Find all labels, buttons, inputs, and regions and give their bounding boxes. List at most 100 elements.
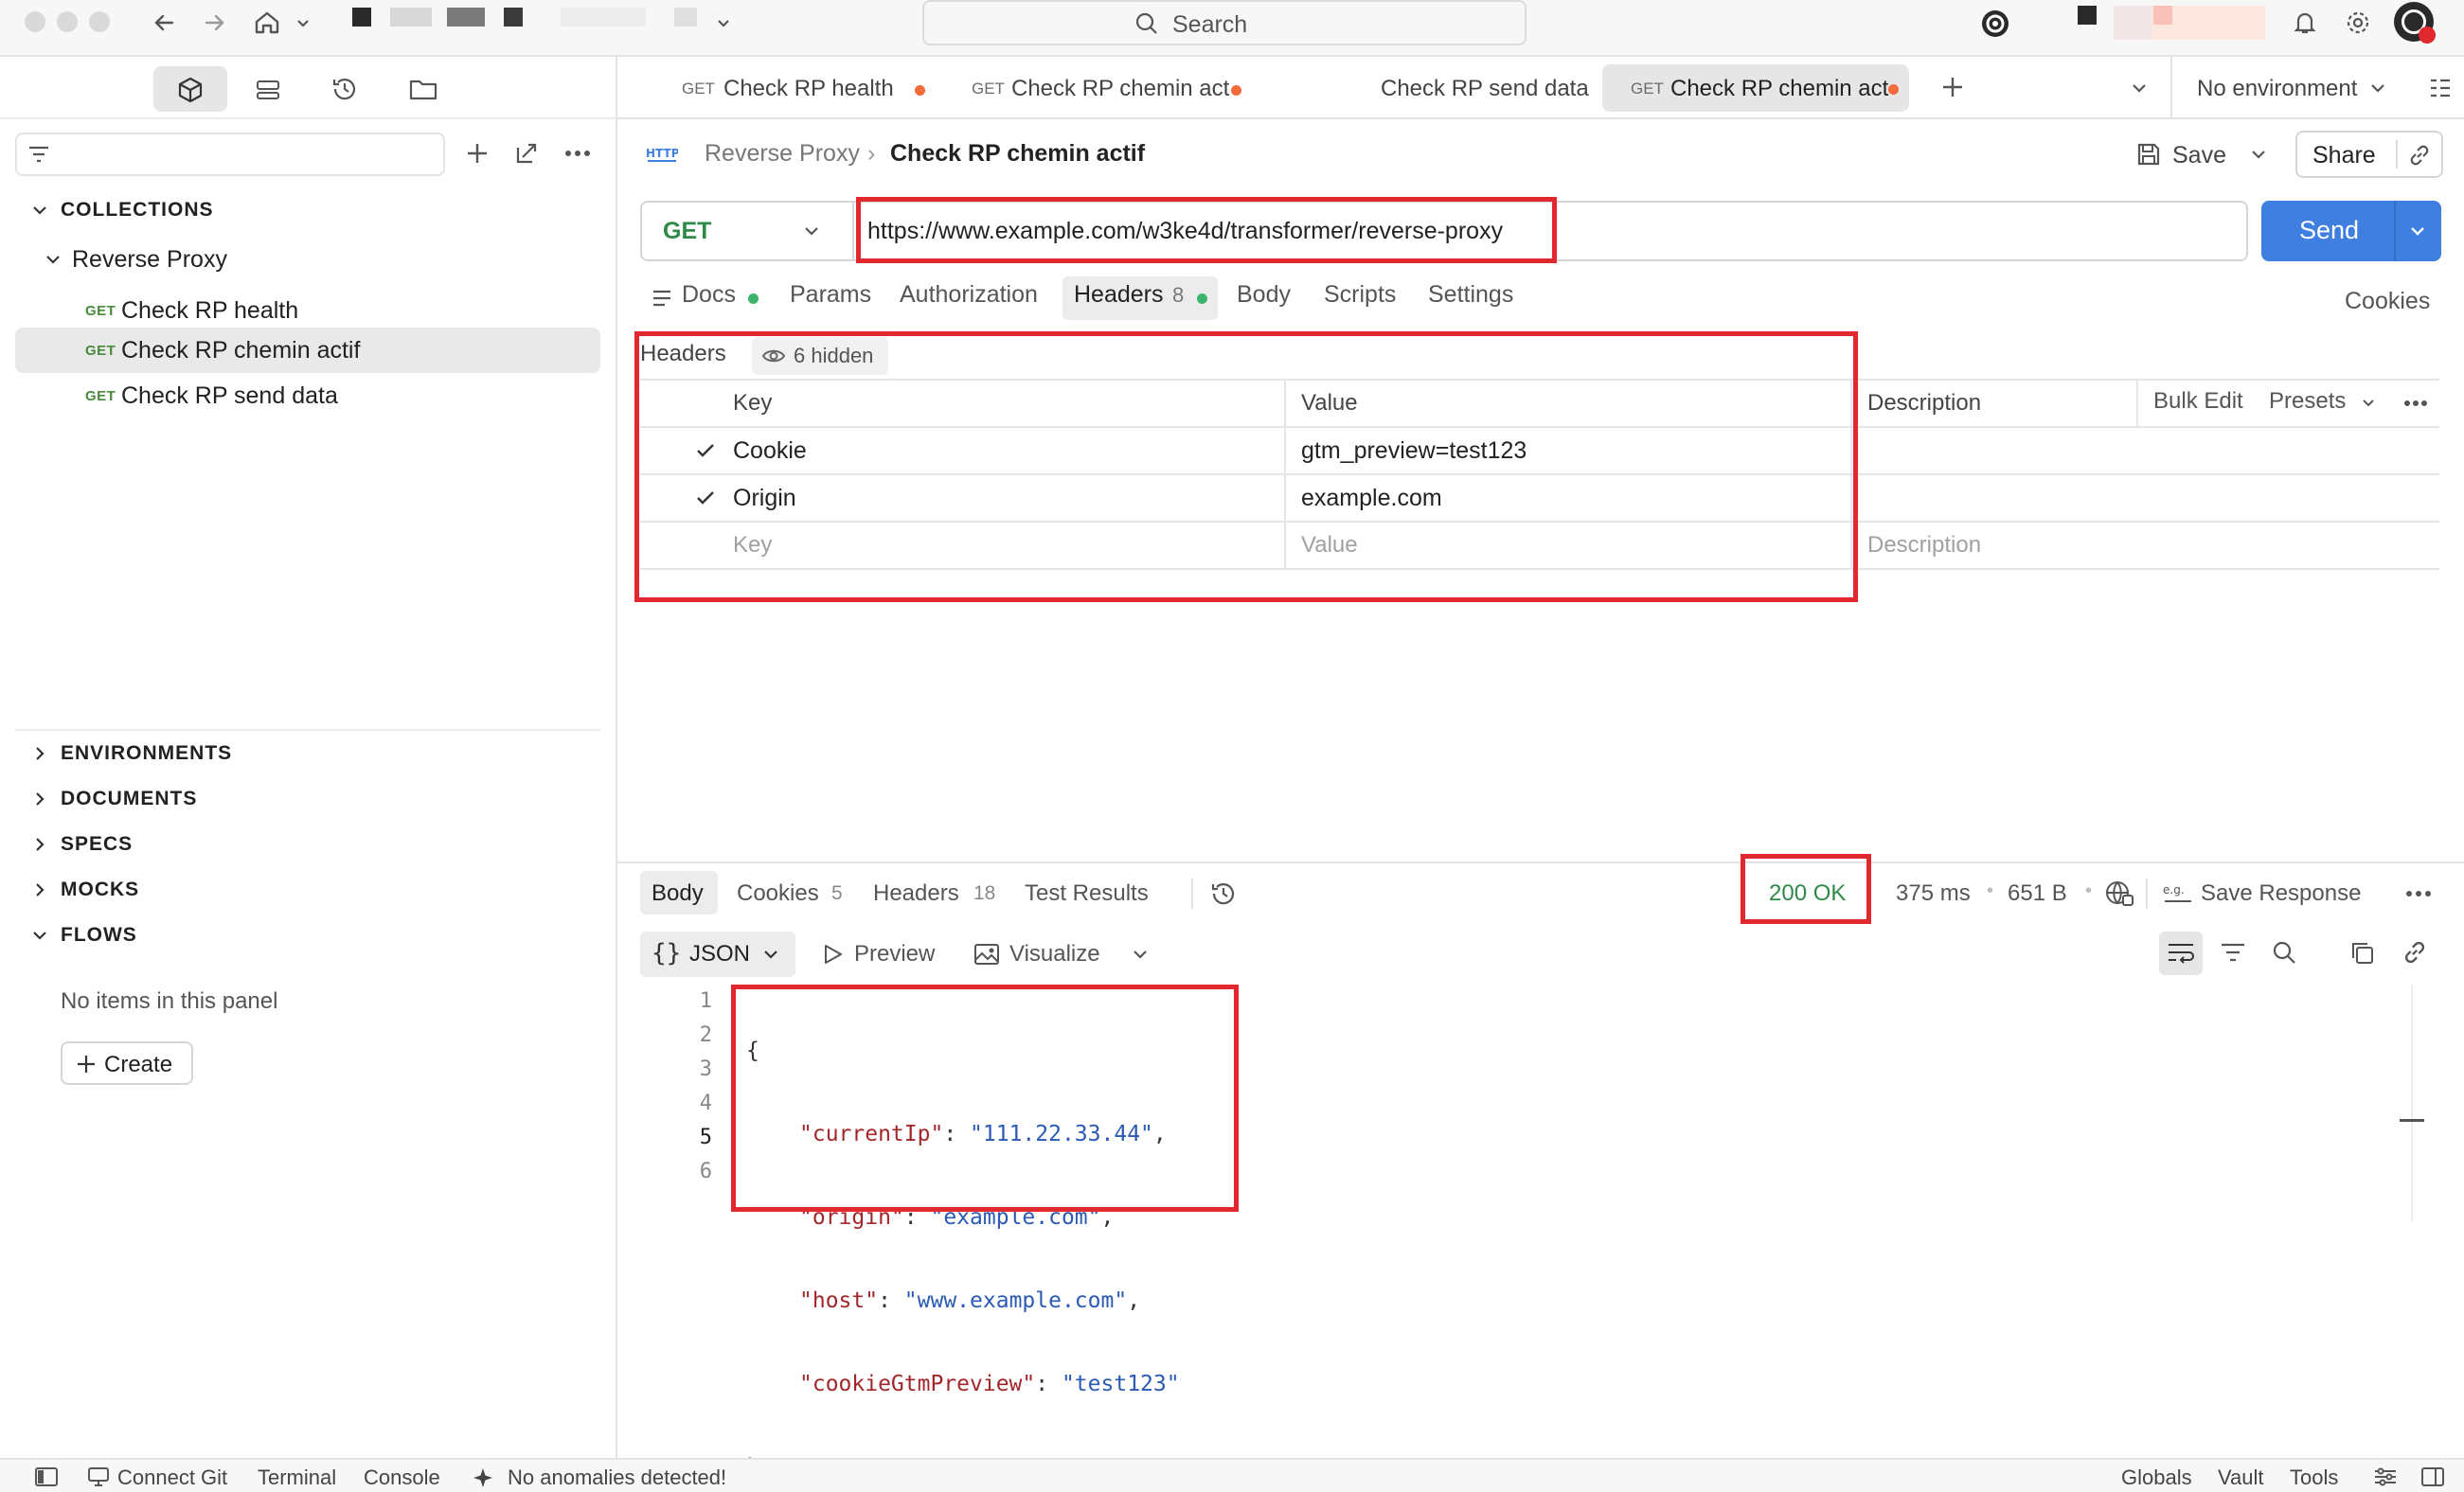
tools-button[interactable]: Tools [2290,1465,2338,1490]
code-scrollbar[interactable] [2400,985,2424,1221]
history-icon[interactable] [1208,879,1239,909]
response-tab-headers[interactable]: Headers 18 [873,871,1015,915]
user-team-avatars[interactable] [2078,6,2267,40]
tab-body[interactable]: Body [1237,281,1291,309]
request-tab[interactable]: Check RP send data [1280,61,1589,115]
environment-quick-look-icon[interactable] [2428,76,2453,100]
table-row: Origin example.com [640,475,2439,521]
more-options-icon[interactable] [2403,400,2428,407]
sidebar-request-item-active[interactable]: GET Check RP chemin actif [15,328,600,373]
search-input[interactable]: Search [922,0,1527,45]
share-button[interactable]: Share [2312,142,2376,169]
filter-icon[interactable] [2220,941,2246,964]
add-icon[interactable] [464,140,491,167]
console-button[interactable]: Console [364,1465,440,1490]
bell-icon[interactable] [2292,9,2318,36]
wrap-lines-toggle[interactable] [2159,932,2203,975]
cookies-link[interactable]: Cookies [2345,288,2430,315]
environments-mode-icon[interactable] [254,76,282,104]
sidebar-request-item[interactable]: GET Check RP send data [15,373,600,417]
preview-button[interactable]: Preview [820,935,943,973]
response-tab-body[interactable]: Body [640,871,718,915]
response-size[interactable]: 651 B [2008,880,2067,907]
settings-sliders-icon[interactable] [2373,1465,2398,1488]
link-icon[interactable] [2402,939,2428,966]
url-input[interactable]: https://www.example.com/w3ke4d/transform… [867,218,1503,245]
header-key[interactable]: Cookie [733,437,807,465]
toggle-sidebar-icon[interactable] [34,1466,59,1487]
window-maximize-button[interactable] [89,11,110,32]
more-options-icon[interactable] [2405,890,2432,897]
history-icon[interactable] [330,74,360,104]
request-tab-active[interactable]: GET Check RP chemin act [1602,64,1909,112]
checkbox-checked-icon[interactable] [695,488,716,508]
tab-params[interactable]: Params [790,281,871,309]
method-select[interactable]: GET [642,203,854,259]
forward-arrow-icon[interactable] [201,9,227,36]
tab-scripts[interactable]: Scripts [1324,281,1396,309]
format-select[interactable]: {} JSON [640,932,795,977]
import-icon[interactable] [513,140,540,167]
chevron-down-icon[interactable] [714,13,733,32]
save-response-button[interactable]: e.g. Save Response [2163,873,2411,915]
response-time[interactable]: 375 ms [1896,880,1971,907]
globals-button[interactable]: Globals [2121,1465,2192,1490]
filter-input[interactable] [15,133,445,176]
connect-git-button[interactable]: Connect Git [87,1464,248,1492]
create-button[interactable]: Create [61,1041,193,1085]
tab-headers[interactable]: Headers 8 [1062,276,1218,320]
save-options-chevron-icon[interactable] [2248,144,2269,165]
link-icon[interactable] [2407,143,2432,168]
send-options-chevron-icon[interactable] [2407,221,2428,241]
network-globe-icon[interactable] [2104,879,2134,909]
save-button[interactable]: Save [2134,134,2239,176]
header-value[interactable]: example.com [1301,485,1442,512]
environment-selector[interactable]: No environment [2197,70,2396,108]
header-key[interactable]: Origin [733,485,796,512]
gear-icon[interactable] [2345,9,2371,36]
chevron-down-icon[interactable] [294,13,312,32]
response-tab-cookies[interactable]: Cookies 5 [737,871,860,915]
copy-icon[interactable] [2348,939,2377,968]
checkbox-checked-icon[interactable] [695,440,716,461]
new-tab-icon[interactable] [1939,74,1966,100]
folder-icon[interactable] [407,74,439,104]
workspace-switcher[interactable] [352,8,712,28]
response-body-viewer[interactable]: 1 2 3 4 5 6 { "currentIp": "111.22.33.44… [640,985,2424,1480]
tabs-overflow-chevron-icon[interactable] [2129,78,2150,98]
tab-settings[interactable]: Settings [1428,281,1513,309]
more-options-icon[interactable] [564,150,591,157]
value-placeholder[interactable]: Value [1301,532,1358,559]
line-number: 2 [699,1023,712,1047]
terminal-button[interactable]: Terminal [258,1465,336,1490]
breadcrumb-parent[interactable]: Reverse Proxy [705,140,860,168]
back-arrow-icon[interactable] [152,9,178,36]
page-title[interactable]: Check RP chemin actif [890,140,1145,168]
response-tab-test-results[interactable]: Test Results [1025,880,1149,907]
url-bar: GET https://www.example.com/w3ke4d/trans… [640,201,2248,261]
vault-button[interactable]: Vault [2218,1465,2264,1490]
request-tab[interactable]: GET Check RP health [617,61,939,115]
chevron-down-icon[interactable] [1131,945,1150,964]
avatar[interactable] [2394,2,2436,44]
window-minimize-button[interactable] [57,11,78,32]
collections-mode-button[interactable] [153,66,227,112]
collection-folder[interactable]: Reverse Proxy [44,244,593,276]
window-close-button[interactable] [25,11,45,32]
header-value[interactable]: gtm_preview=test123 [1301,437,1527,465]
tab-authorization[interactable]: Authorization [900,281,1038,309]
description-placeholder[interactable]: Description [1867,532,1981,559]
tab-docs[interactable]: Docs [646,276,759,320]
home-icon[interactable] [252,8,282,38]
send-button[interactable]: Send [2299,216,2359,245]
status-badge[interactable]: 200 OK [1769,880,1846,907]
layout-panel-icon[interactable] [2420,1466,2445,1487]
sync-icon[interactable] [1979,8,2011,40]
request-tab[interactable]: GET Check RP chemin act [939,61,1261,115]
key-placeholder[interactable]: Key [733,532,772,559]
search-icon[interactable] [2271,939,2297,966]
presets-dropdown[interactable]: Presets [2269,388,2392,418]
bulk-edit-button[interactable]: Bulk Edit [2153,388,2243,415]
hidden-headers-toggle[interactable]: 6 hidden [752,337,888,375]
anomalies-status[interactable]: No anomalies detected! [472,1464,775,1492]
